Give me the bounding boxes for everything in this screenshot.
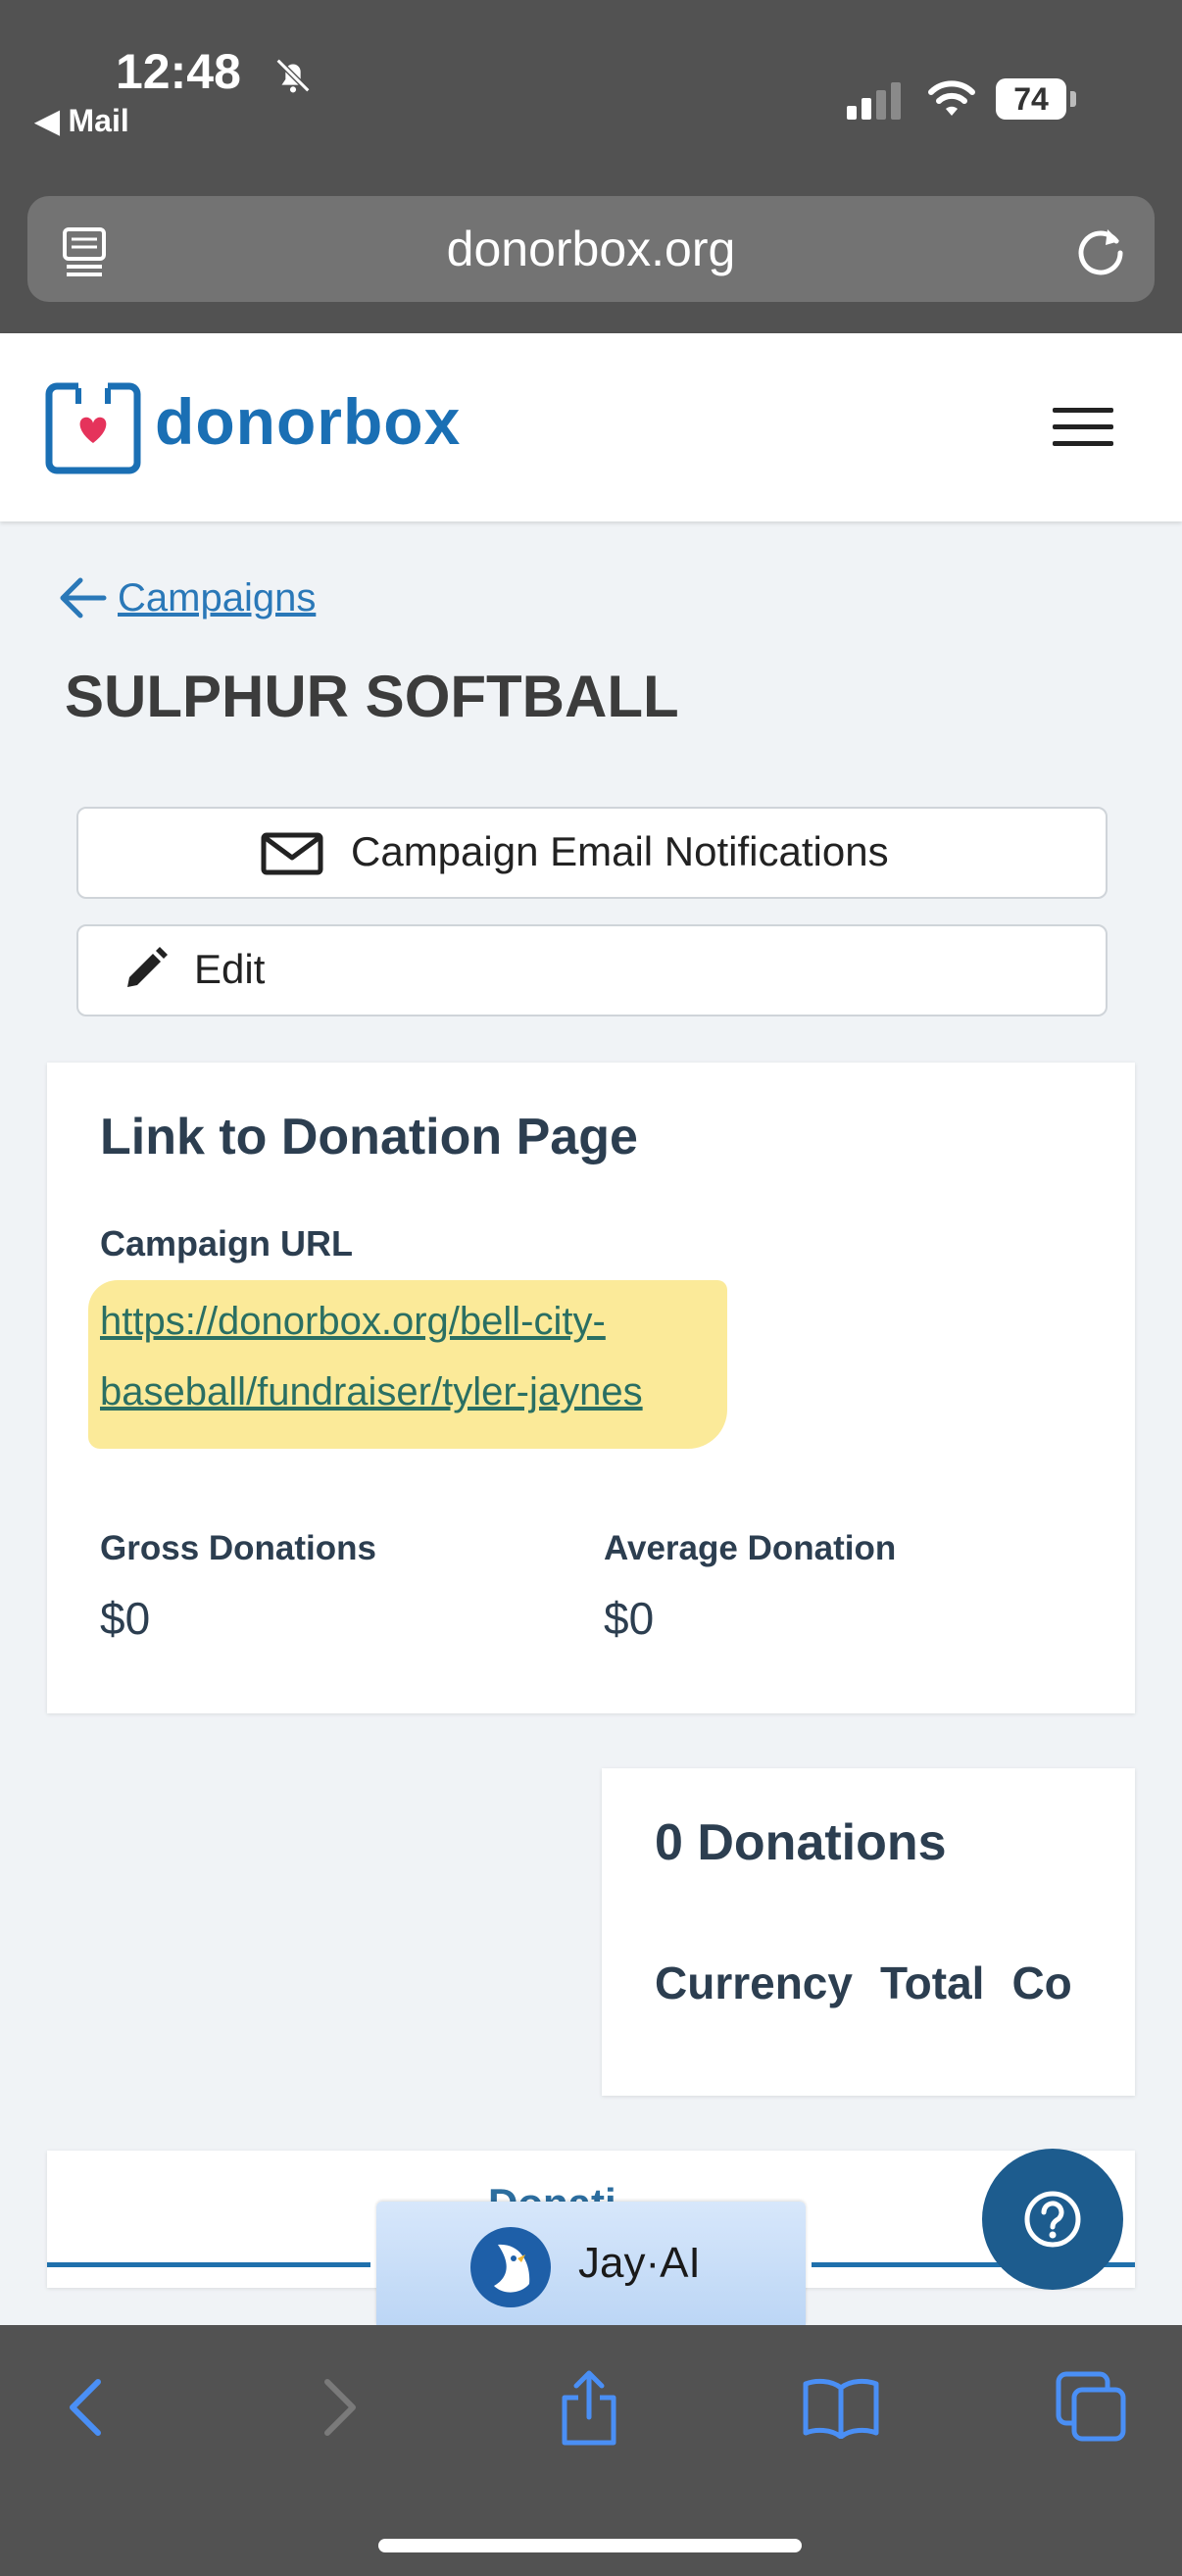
campaigns-link[interactable]: Campaigns [118, 576, 316, 620]
share-icon[interactable] [557, 2368, 621, 2447]
bell-slash-icon [275, 58, 311, 93]
address-text: donorbox.org [446, 222, 736, 276]
gross-donations-value: $0 [100, 1593, 151, 1644]
email-notifications-label: Campaign Email Notifications [351, 828, 889, 874]
back-to-mail[interactable]: ◀ Mail [35, 102, 129, 139]
donations-table-header: Currency Total Co [655, 1957, 1100, 2009]
signal-icon [847, 82, 901, 120]
battery-icon: 74 [996, 78, 1078, 120]
average-donation-value: $0 [604, 1593, 655, 1644]
edit-button[interactable]: Edit [76, 924, 1108, 1016]
address-bar[interactable]: donorbox.org [27, 196, 1155, 302]
wifi-icon [928, 80, 975, 116]
bird-avatar-icon [470, 2227, 551, 2307]
column-header: Total [879, 1957, 985, 2008]
jay-ai-widget[interactable]: Jay·AI [376, 2202, 806, 2325]
safari-top-bar: 12:48 ◀ Mail 74 donorbox.org [0, 0, 1182, 333]
brand-name[interactable]: donorbox [155, 384, 461, 459]
tab-underline [47, 2262, 370, 2267]
tabs-icon[interactable] [1055, 2370, 1127, 2443]
help-icon [1024, 2191, 1081, 2248]
safari-bottom-toolbar [0, 2325, 1182, 2576]
mail-icon [261, 832, 323, 875]
column-header: Co [1011, 1957, 1072, 2008]
column-header: Currency [655, 1957, 853, 2008]
battery-level: 74 [1013, 81, 1049, 117]
campaign-url-line-1: https://donorbox.org/bell-city- [100, 1300, 606, 1343]
campaign-url-link[interactable]: https://donorbox.org/bell-city- baseball… [100, 1286, 786, 1427]
pencil-icon [127, 947, 168, 987]
status-time: 12:48 [116, 44, 241, 99]
back-arrow-icon[interactable] [57, 572, 108, 623]
page-title: SULPHUR SOFTBALL [65, 664, 679, 729]
back-to-mail-label: Mail [68, 103, 129, 138]
reload-icon[interactable] [1072, 222, 1129, 278]
reader-icon[interactable] [59, 225, 112, 278]
bookmarks-icon[interactable] [802, 2376, 880, 2439]
card-title: Link to Donation Page [100, 1109, 638, 1165]
help-button[interactable] [982, 2149, 1123, 2290]
site-header: donorbox [0, 333, 1182, 521]
jay-ai-label: Jay·AI [578, 2239, 701, 2287]
donation-link-card: Link to Donation Page Campaign URL https… [47, 1063, 1135, 1713]
campaign-email-notifications-button[interactable]: Campaign Email Notifications [76, 807, 1108, 899]
donations-count: 0 Donations [655, 1814, 947, 1871]
home-indicator [378, 2539, 802, 2552]
donorbox-logo-icon[interactable] [45, 378, 141, 474]
menu-icon[interactable] [1053, 404, 1113, 451]
gross-donations-label: Gross Donations [100, 1529, 376, 1567]
average-donation-label: Average Donation [604, 1529, 897, 1567]
forward-icon[interactable] [320, 2376, 363, 2439]
edit-label: Edit [194, 946, 266, 992]
campaign-url-label: Campaign URL [100, 1223, 354, 1263]
campaign-url-line-2: baseball/fundraiser/tyler-jaynes [100, 1370, 643, 1413]
donations-card: 0 Donations Currency Total Co [602, 1768, 1135, 2096]
back-icon[interactable] [63, 2376, 106, 2439]
